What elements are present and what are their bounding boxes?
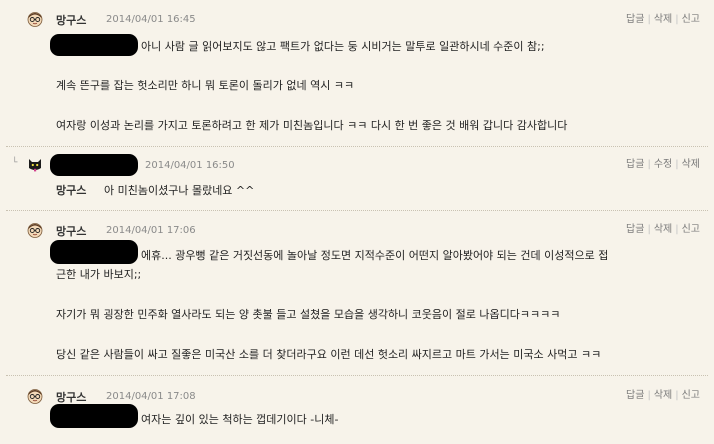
avatar-cat-icon — [29, 159, 41, 172]
comment-date: 2014/04/01 17:06 — [106, 225, 196, 236]
comment-divider — [6, 375, 708, 376]
report-button[interactable]: 신고 — [682, 390, 700, 401]
comment-author[interactable]: 망구스 — [56, 389, 86, 405]
comment-date: 2014/04/01 17:08 — [106, 391, 196, 402]
redacted-name — [50, 34, 138, 56]
delete-button[interactable]: 삭제 — [654, 224, 672, 235]
comment-divider — [6, 210, 708, 211]
edit-button[interactable]: 수정 — [654, 159, 672, 170]
avatar-glasses-icon — [27, 223, 43, 238]
mentioned-author[interactable]: 망구스 — [56, 182, 86, 198]
comment-actions: 답글 | 삭제 | 신고 — [626, 14, 700, 25]
comment-divider — [6, 146, 708, 147]
comment-author[interactable]: 망구스 — [56, 12, 86, 28]
comment-actions: 답글 | 삭제 | 신고 — [626, 390, 700, 401]
redacted-name — [50, 240, 138, 264]
avatar-glasses-icon — [27, 389, 43, 404]
reply-button[interactable]: 답글 — [626, 390, 644, 401]
reply-button[interactable]: 답글 — [626, 14, 644, 25]
report-button[interactable]: 신고 — [682, 224, 700, 235]
comment-text-line: 아 미친놈이셨구나 몰랐네요 ^^ — [104, 184, 255, 197]
reply-button[interactable]: 답글 — [626, 159, 644, 170]
reply-indent-icon: └ — [12, 158, 18, 168]
comment-actions: 답글 | 삭제 | 신고 — [626, 224, 700, 235]
comment-text-line: 자기가 뭐 굉장한 민주화 열사라도 되는 양 촛불 들고 설쳤을 모습을 생각… — [56, 308, 561, 321]
comment-text-line: 여자는 깊이 있는 척하는 껍데기이다 -니체- — [141, 413, 339, 426]
delete-button[interactable]: 삭제 — [654, 390, 672, 401]
comment-date: 2014/04/01 16:50 — [145, 160, 235, 171]
reply-button[interactable]: 답글 — [626, 224, 644, 235]
comment-text-line: 여자랑 이성과 논리를 가지고 토론하려고 한 제가 미친놈입니다 ㅋㅋ 다시 … — [56, 119, 568, 132]
comment-text-line: 계속 뜬구를 잡는 헛소리만 하니 뭐 토론이 돌리가 없네 역시 ㅋㅋ — [56, 79, 355, 92]
comment-author[interactable]: 망구스 — [56, 223, 86, 239]
comment-text-line: 당신 같은 사람들이 싸고 질좋은 미국산 소를 더 찾더라구요 이런 데선 헛… — [56, 348, 602, 361]
delete-button[interactable]: 삭제 — [654, 14, 672, 25]
comment-text-line: 에휴... 광우뻥 같은 거짓선동에 놀아날 정도면 지적수준이 어떤지 알아봤… — [141, 249, 609, 262]
avatar-glasses-icon — [27, 12, 43, 27]
comment-text-line: 근한 내가 바보지;; — [56, 268, 142, 281]
comment-date: 2014/04/01 16:45 — [106, 14, 196, 25]
comment-text-line: 아니 사람 글 읽어보지도 않고 팩트가 없다는 둥 시비거는 말투로 일관하시… — [141, 40, 545, 53]
comment-actions: 답글 | 수정 | 삭제 — [626, 159, 700, 170]
delete-button[interactable]: 삭제 — [682, 159, 700, 170]
report-button[interactable]: 신고 — [682, 14, 700, 25]
redacted-name — [50, 154, 138, 176]
redacted-name — [50, 404, 138, 428]
